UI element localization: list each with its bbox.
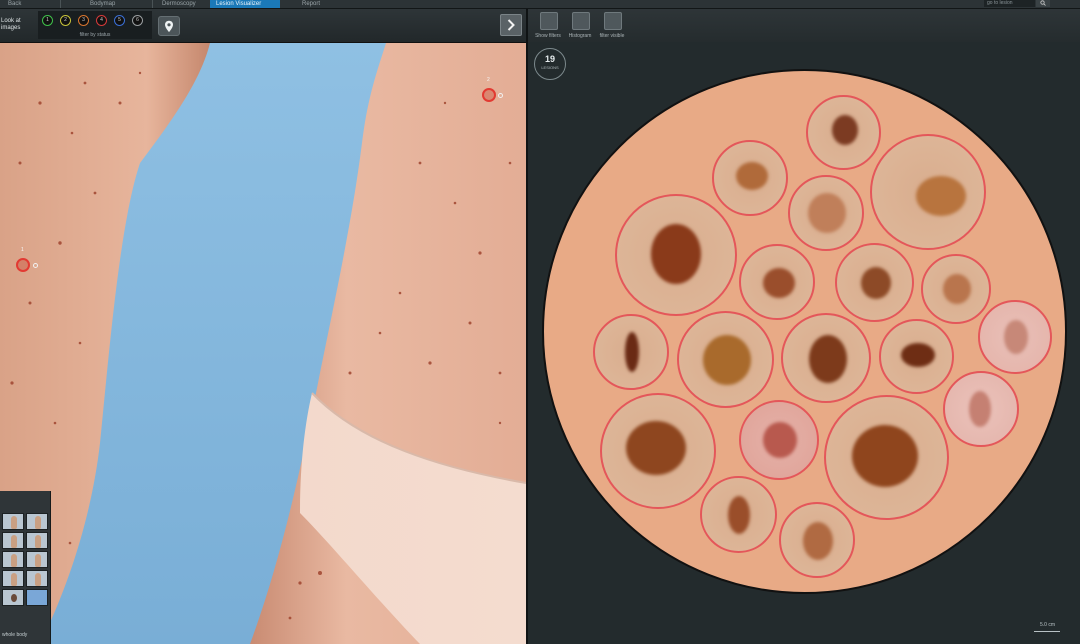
lesion-visualizer-panel: Show filters Histogram filter visible 19… (528, 9, 1080, 644)
marker-label: 2 (487, 77, 490, 83)
lesion-thumbnail[interactable] (739, 400, 819, 480)
search-input[interactable]: go to lesion (984, 0, 1035, 7)
tab-lesion-visualizer[interactable]: Lesion Visualizer (210, 0, 280, 8)
search-icon (1040, 0, 1046, 6)
tab-bodymap[interactable]: Bodymap (84, 0, 121, 8)
tab-back[interactable]: Back (2, 0, 27, 8)
lesion-thumbnail[interactable] (879, 319, 954, 394)
lesion-thumbnail[interactable] (835, 243, 914, 322)
scale-bar (1034, 631, 1060, 632)
lesion-cluster-view (542, 69, 1067, 594)
search-button[interactable] (1036, 0, 1050, 7)
body-view-thumb[interactable] (26, 551, 48, 568)
tab-divider (60, 0, 61, 8)
lesion-marker[interactable] (16, 258, 30, 272)
lesion-thumbnail[interactable] (921, 254, 991, 324)
chevron-right-icon (507, 19, 515, 31)
body-photo[interactable]: 1 2 (0, 43, 526, 644)
body-view-thumb[interactable] (2, 589, 24, 606)
status-filter-2[interactable]: 2 (60, 15, 71, 26)
top-tab-bar: Back Bodymap Dermoscopy Lesion Visualize… (0, 0, 1080, 9)
body-view-thumb[interactable] (26, 570, 48, 587)
filter-by-status-label: filter by status (79, 32, 111, 38)
tab-dermoscopy[interactable]: Dermoscopy (156, 0, 202, 8)
lesion-thumbnail[interactable] (779, 502, 855, 578)
lesion-thumbnail[interactable] (712, 140, 788, 216)
marker-label: 1 (21, 247, 24, 253)
right-toolbar: Show filters Histogram filter visible (528, 9, 1080, 42)
lesion-thumbnail[interactable] (806, 95, 881, 170)
tab-report[interactable]: Report (296, 0, 326, 8)
body-view-thumb[interactable] (2, 570, 24, 587)
tool-label: filter visible (599, 33, 625, 39)
visible-filter-icon (604, 12, 622, 30)
status-filter-4[interactable]: 4 (96, 15, 107, 26)
lesion-thumbnail[interactable] (978, 300, 1052, 374)
lesion-marker[interactable] (482, 88, 496, 102)
tab-divider (152, 0, 153, 8)
lesion-thumbnail[interactable] (943, 371, 1019, 447)
body-view-thumb[interactable] (2, 551, 24, 568)
body-view-thumb[interactable] (26, 532, 48, 549)
lesion-thumbnail[interactable] (615, 194, 737, 316)
body-image-panel: Look at images 1 2 3 4 5 6 filter by sta… (0, 9, 526, 644)
body-view-thumbnails: whole body (0, 491, 51, 644)
body-view-thumb[interactable] (2, 513, 24, 530)
tool-label: Show filters (535, 33, 561, 39)
status-filter-group: 1 2 3 4 5 6 filter by status (38, 11, 152, 39)
lesion-thumbnail[interactable] (870, 134, 986, 250)
lesion-count-unit: LESIONS (541, 65, 559, 70)
look-at-images-label: Look at images (1, 18, 21, 31)
status-filter-1[interactable]: 1 (42, 15, 53, 26)
lesion-count-badge: 19 LESIONS (534, 48, 566, 80)
left-toolbar: Look at images 1 2 3 4 5 6 filter by sta… (0, 9, 526, 43)
tool-label: Histogram (568, 33, 592, 39)
lesion-thumbnail[interactable] (781, 313, 871, 403)
lesion-thumbnail[interactable] (677, 311, 774, 408)
histogram-button[interactable]: Histogram (566, 12, 594, 42)
histogram-icon (572, 12, 590, 30)
marker-handle (498, 93, 503, 98)
status-filter-6[interactable]: 6 (132, 15, 143, 26)
lesion-thumbnail[interactable] (700, 476, 777, 553)
lesion-count: 19 (544, 54, 555, 64)
filter-visible-button[interactable]: filter visible (598, 12, 626, 42)
marker-handle (33, 263, 38, 268)
lesion-thumbnail[interactable] (824, 395, 949, 520)
show-filters-button[interactable]: Show filters (534, 12, 562, 42)
map-pin-icon (165, 20, 173, 32)
add-marker-button[interactable] (158, 16, 180, 36)
status-filter-3[interactable]: 3 (78, 15, 89, 26)
lesion-thumbnail[interactable] (739, 244, 815, 320)
body-view-thumb[interactable] (26, 513, 48, 530)
filter-icon (540, 12, 558, 30)
lesion-thumbnail[interactable] (788, 175, 864, 251)
body-view-thumb-selected[interactable] (26, 589, 48, 606)
scale-label: 5.0 cm (1040, 622, 1056, 628)
lesion-thumbnail[interactable] (600, 393, 716, 509)
status-filter-5[interactable]: 5 (114, 15, 125, 26)
lesion-thumbnail[interactable] (593, 314, 669, 390)
body-view-thumb[interactable] (2, 532, 24, 549)
whole-body-label[interactable]: whole body (2, 632, 27, 638)
body-illustration (0, 43, 526, 644)
next-image-button[interactable] (500, 14, 522, 36)
